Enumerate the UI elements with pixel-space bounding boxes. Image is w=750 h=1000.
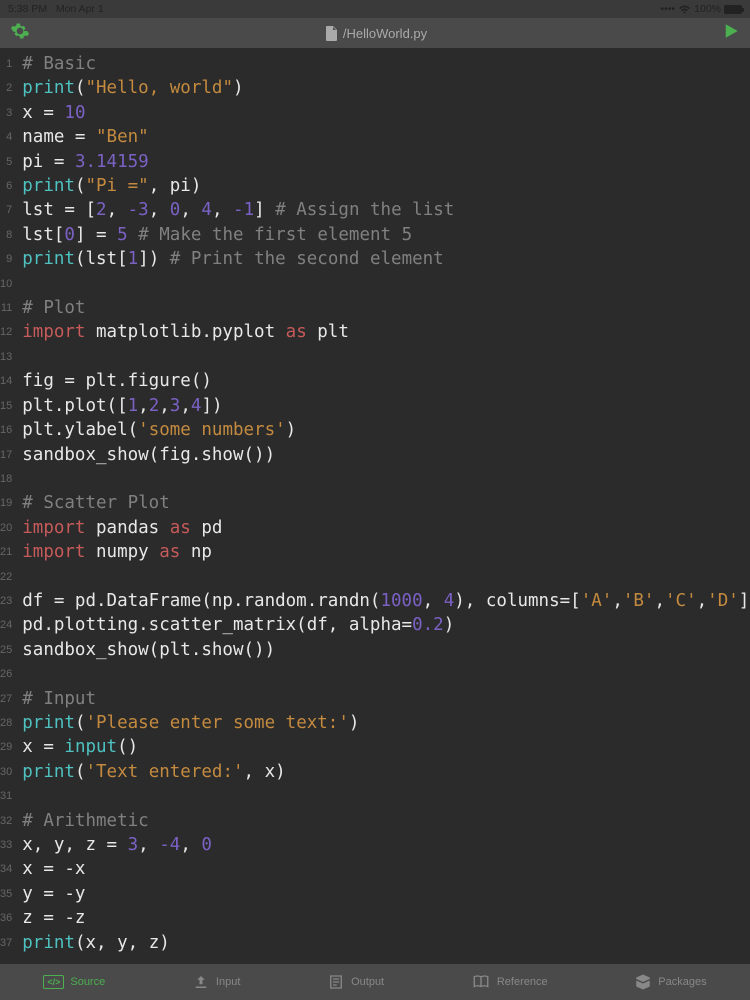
- file-icon: [325, 26, 338, 41]
- status-time: 5:38 PM: [8, 3, 47, 15]
- settings-gear-icon[interactable]: [10, 21, 30, 46]
- top-bar: /HelloWorld.py: [0, 18, 750, 48]
- line-gutter: 1 2 3 4 5 6 7 8 9 10 11 12 13 14 15 16 1…: [0, 48, 16, 964]
- wifi-icon: [678, 4, 691, 14]
- status-bar: 5:38 PM Mon Apr 1 •••• 100%: [0, 0, 750, 18]
- tab-input[interactable]: Input: [192, 973, 240, 991]
- tab-source-label: Source: [70, 976, 105, 988]
- tab-output[interactable]: Output: [327, 973, 384, 991]
- status-date: Mon Apr 1: [56, 3, 104, 15]
- reference-icon: [471, 973, 491, 991]
- tab-reference[interactable]: Reference: [471, 973, 548, 991]
- bottom-tab-bar: </> Source Input Output Reference Packag…: [0, 964, 750, 1000]
- output-icon: [327, 973, 345, 991]
- run-button-icon[interactable]: [722, 22, 740, 45]
- tab-reference-label: Reference: [497, 976, 548, 988]
- signal-dots: ••••: [660, 3, 675, 15]
- tab-packages-label: Packages: [658, 976, 706, 988]
- input-icon: [192, 973, 210, 991]
- tab-input-label: Input: [216, 976, 240, 988]
- filename-label: /HelloWorld.py: [343, 26, 427, 41]
- source-icon: </>: [43, 975, 64, 989]
- battery-pct: 100%: [694, 3, 721, 15]
- battery-icon: [724, 5, 742, 14]
- code-editor[interactable]: 1 2 3 4 5 6 7 8 9 10 11 12 13 14 15 16 1…: [0, 48, 750, 964]
- tab-source[interactable]: </> Source: [43, 975, 105, 989]
- tab-packages[interactable]: Packages: [634, 973, 706, 991]
- packages-icon: [634, 973, 652, 991]
- tab-output-label: Output: [351, 976, 384, 988]
- file-title: /HelloWorld.py: [325, 26, 427, 41]
- code-content[interactable]: # Basic print("Hello, world") x = 10 nam…: [16, 48, 750, 964]
